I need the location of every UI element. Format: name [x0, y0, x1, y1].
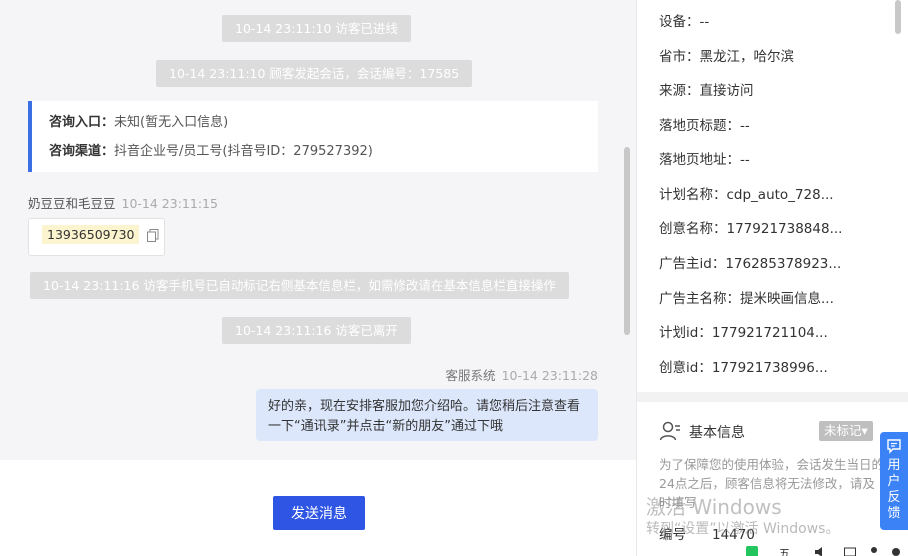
message-composer: 发送消息: [0, 460, 636, 556]
speaker-icon[interactable]: [814, 546, 826, 556]
field-advertiser-id: 广告主id：176285378923...: [659, 256, 842, 272]
consult-channel-label: 咨询渠道：: [49, 144, 115, 159]
user-tray-icon[interactable]: [868, 546, 880, 556]
system-message-visitor-joined: 10-14 23:11:10 访客已进线: [222, 15, 411, 42]
field-landing-url: 落地页地址：--: [659, 152, 750, 168]
system-message-visitor-left: 10-14 23:11:16 访客已离开: [222, 317, 411, 344]
consult-info-card: 咨询入口：未知(暂无入口信息) 咨询渠道：抖音企业号/员工号(抖音号ID：279…: [28, 101, 598, 172]
section-divider: [637, 392, 908, 402]
chat-message-list[interactable]: 10-14 23:11:10 访客已进线 10-14 23:11:10 顾客发起…: [0, 0, 636, 460]
chat-panel: 10-14 23:11:10 访客已进线 10-14 23:11:10 顾客发起…: [0, 0, 636, 556]
input-method-icon[interactable]: 五: [778, 546, 790, 556]
visitor-message-meta: 奶豆豆和毛豆豆 10-14 23:11:15: [28, 193, 218, 212]
field-source: 来源：直接访问: [659, 83, 754, 99]
agent-message-meta: 客服系统 10-14 23:11:28: [446, 365, 598, 384]
field-campaign-name: 计划名称：cdp_auto_728...: [659, 187, 834, 203]
field-creative-id: 创意id：177921738996...: [659, 360, 828, 376]
system-message-phone-tagged: 10-14 23:11:16 访客手机号已自动标记右侧基本信息栏，如需修改请在基…: [30, 272, 569, 299]
settings-tray-icon[interactable]: [890, 546, 902, 556]
visitor-message-time: 10-14 23:11:15: [121, 196, 218, 211]
svg-text:五: 五: [779, 547, 790, 556]
field-advertiser-name: 广告主名称：提米映画信息...: [659, 291, 834, 307]
tag-status-dropdown[interactable]: 未标记▾: [819, 421, 873, 441]
visitor-name: 奶豆豆和毛豆豆: [28, 196, 116, 211]
person-icon: [659, 421, 680, 441]
user-feedback-label: 用户反馈: [887, 458, 901, 521]
user-feedback-tab[interactable]: 用户反馈: [880, 432, 908, 530]
feedback-icon: [887, 439, 901, 454]
customer-info-panel: 设备：-- 省市：黑龙江，哈尔滨 来源：直接访问 落地页标题：-- 落地页地址：…: [636, 0, 908, 556]
basic-info-header: 基本信息 未标记▾: [659, 418, 889, 444]
wechat-tray-icon[interactable]: [746, 546, 758, 556]
consult-entry-line: 咨询入口：未知(暂无入口信息): [49, 112, 598, 141]
visitor-message-bubble: 13936509730: [28, 218, 165, 256]
visitor-details-list[interactable]: 设备：-- 省市：黑龙江，哈尔滨 来源：直接访问 落地页标题：-- 落地页地址：…: [637, 0, 908, 392]
consult-channel-line: 咨询渠道：抖音企业号/员工号(抖音号ID：279527392): [49, 141, 598, 170]
consult-entry-label: 咨询入口：: [49, 115, 115, 130]
field-landing-title: 落地页标题：--: [659, 118, 750, 134]
agent-message-time: 10-14 23:11:28: [501, 368, 598, 383]
field-region: 省市：黑龙江，哈尔滨: [659, 49, 794, 65]
basic-info-title: 基本信息: [689, 425, 745, 441]
chat-scrollbar[interactable]: [624, 147, 630, 335]
windows-activation-watermark: 激活 Windows: [646, 495, 782, 519]
consult-channel-value: 抖音企业号/员工号(抖音号ID：279527392): [114, 144, 373, 159]
consult-entry-value: 未知(暂无入口信息): [114, 115, 229, 130]
field-campaign-id: 计划id：177921721104...: [659, 325, 828, 341]
send-message-button[interactable]: 发送消息: [273, 496, 365, 530]
agent-message-bubble: 好的亲，现在安排客服加您介绍哈。请您稍后注意查看一下“通讯录”并点击“新的朋友”…: [256, 389, 598, 441]
copy-icon[interactable]: [146, 229, 159, 242]
system-message-session-started: 10-14 23:11:10 顾客发起会话，会话编号：17585: [156, 60, 473, 87]
windows-activation-hint: 转到“设置”以激活 Windows。: [646, 521, 840, 537]
agent-name: 客服系统: [445, 368, 496, 383]
field-creative-name: 创意名称：177921738848...: [659, 221, 843, 237]
field-device: 设备：--: [659, 14, 710, 30]
visitor-phone-number[interactable]: 13936509730: [42, 225, 140, 244]
keyboard-icon[interactable]: [844, 546, 856, 556]
system-tray: 五: [744, 544, 908, 556]
side-panel-scrollbar[interactable]: [895, 0, 901, 34]
